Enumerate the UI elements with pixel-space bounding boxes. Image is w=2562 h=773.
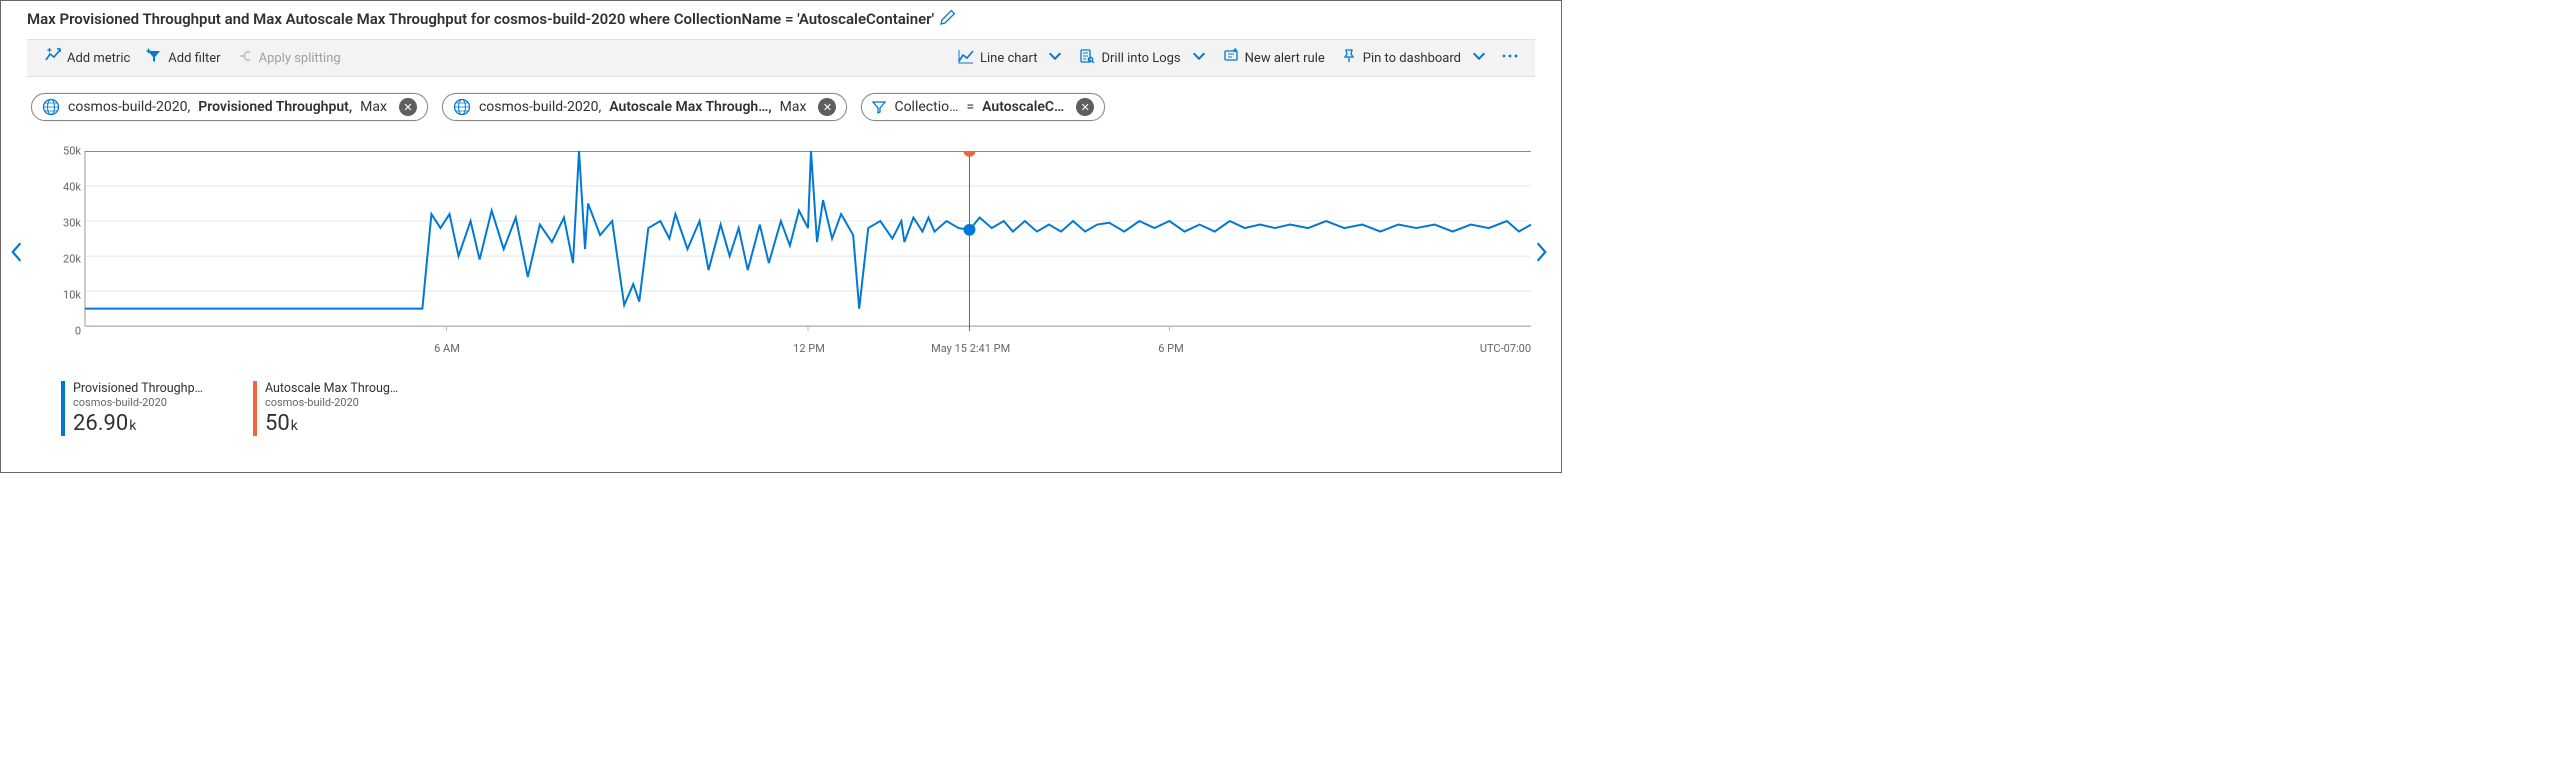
metric-pills-row: cosmos-build-2020, Provisioned Throughpu… [1, 77, 1561, 121]
filter-property: Collectio… [894, 99, 958, 115]
y-axis-tick-label: 20k [53, 253, 81, 266]
legend-resource-name: cosmos-build-2020 [265, 396, 398, 409]
y-axis-tick-label: 50k [53, 145, 81, 158]
chevron-down-icon [1471, 48, 1487, 68]
chart-type-button[interactable]: Line chart [950, 44, 1071, 72]
chevron-down-icon [1191, 48, 1207, 68]
resource-icon [453, 98, 471, 116]
legend-item[interactable]: Autoscale Max Throug…cosmos-build-2020 50… [253, 381, 398, 436]
chart-legend: Provisioned Throughp…cosmos-build-202026… [1, 356, 1561, 436]
pin-to-dashboard-button[interactable]: Pin to dashboard [1333, 44, 1495, 72]
legend-color-bar [253, 381, 257, 436]
drill-into-logs-label: Drill into Logs [1101, 51, 1180, 66]
metric-pill[interactable]: cosmos-build-2020, Autoscale Max Through… [442, 93, 847, 121]
legend-series-name: Autoscale Max Throug… [265, 381, 398, 396]
svg-text:+: + [47, 48, 52, 56]
time-nav-right-button[interactable] [1535, 241, 1553, 267]
chart-area: 010k20k30k40k50k6 AM12 PM6 PMMay 15 2:41… [1, 151, 1561, 356]
apply-splitting-button: Apply splitting [229, 44, 349, 72]
remove-pill-icon[interactable]: ✕ [818, 98, 836, 116]
metric-pill[interactable]: cosmos-build-2020, Provisioned Throughpu… [31, 93, 428, 121]
svg-text:+: + [1233, 48, 1238, 55]
remove-pill-icon[interactable]: ✕ [1076, 98, 1094, 116]
filter-operator: = [966, 99, 974, 115]
more-options-button[interactable] [1495, 44, 1525, 72]
metric-chart-panel: Max Provisioned Throughput and Max Autos… [0, 0, 1562, 473]
pill-aggregation: Max [360, 99, 387, 115]
x-axis-tick-label: 6 PM [1158, 342, 1183, 355]
timezone-label: UTC-07:00 [1480, 342, 1531, 355]
edit-title-icon[interactable] [940, 9, 956, 29]
pill-resource: cosmos-build-2020, [479, 99, 601, 115]
y-axis-tick-label: 30k [53, 217, 81, 230]
new-alert-rule-label: New alert rule [1245, 51, 1325, 66]
page-title: Max Provisioned Throughput and Max Autos… [27, 10, 934, 28]
pin-to-dashboard-label: Pin to dashboard [1363, 51, 1461, 66]
filter-value: AutoscaleC… [982, 99, 1064, 115]
add-metric-label: Add metric [67, 51, 130, 66]
remove-pill-icon[interactable]: ✕ [399, 98, 417, 116]
drill-into-logs-button[interactable]: Drill into Logs [1071, 44, 1214, 72]
chevron-down-icon [1047, 48, 1063, 68]
pill-metric: Autoscale Max Through…, [609, 99, 771, 115]
time-nav-left-button[interactable] [9, 241, 27, 267]
pill-metric: Provisioned Throughput, [198, 99, 352, 115]
x-axis-tick-label: 12 PM [793, 342, 825, 355]
y-axis-tick-label: 10k [53, 289, 81, 302]
pill-resource: cosmos-build-2020, [68, 99, 190, 115]
legend-resource-name: cosmos-build-2020 [73, 396, 203, 409]
pill-aggregation: Max [780, 99, 807, 115]
add-metric-button[interactable]: + Add metric [37, 44, 138, 72]
y-axis-tick-label: 40k [53, 181, 81, 194]
add-filter-label: Add filter [168, 51, 220, 66]
svg-text:+: + [146, 48, 151, 57]
add-filter-button[interactable]: + Add filter [138, 44, 228, 72]
legend-item[interactable]: Provisioned Throughp…cosmos-build-2020 26… [61, 381, 203, 436]
apply-splitting-label: Apply splitting [259, 51, 341, 66]
filter-icon [872, 100, 886, 114]
x-axis-tick-label: 6 AM [434, 342, 460, 355]
new-alert-rule-button[interactable]: + New alert rule [1215, 44, 1333, 72]
chart-type-label: Line chart [980, 51, 1037, 66]
chart-toolbar: + Add metric + Add filter Apply splittin… [27, 39, 1535, 77]
chart-plot-region[interactable]: 010k20k30k40k50k6 AM12 PM6 PMMay 15 2:41… [53, 151, 1531, 331]
resource-icon [42, 98, 60, 116]
legend-color-bar [61, 381, 65, 436]
filter-pill[interactable]: Collectio… = AutoscaleC… ✕ [861, 93, 1105, 121]
y-axis-tick-label: 0 [53, 325, 81, 338]
legend-series-name: Provisioned Throughp… [73, 381, 203, 396]
legend-value: 50k [265, 411, 398, 436]
legend-value: 26.90k [73, 411, 203, 436]
cursor-time-label: May 15 2:41 PM [931, 342, 1010, 355]
